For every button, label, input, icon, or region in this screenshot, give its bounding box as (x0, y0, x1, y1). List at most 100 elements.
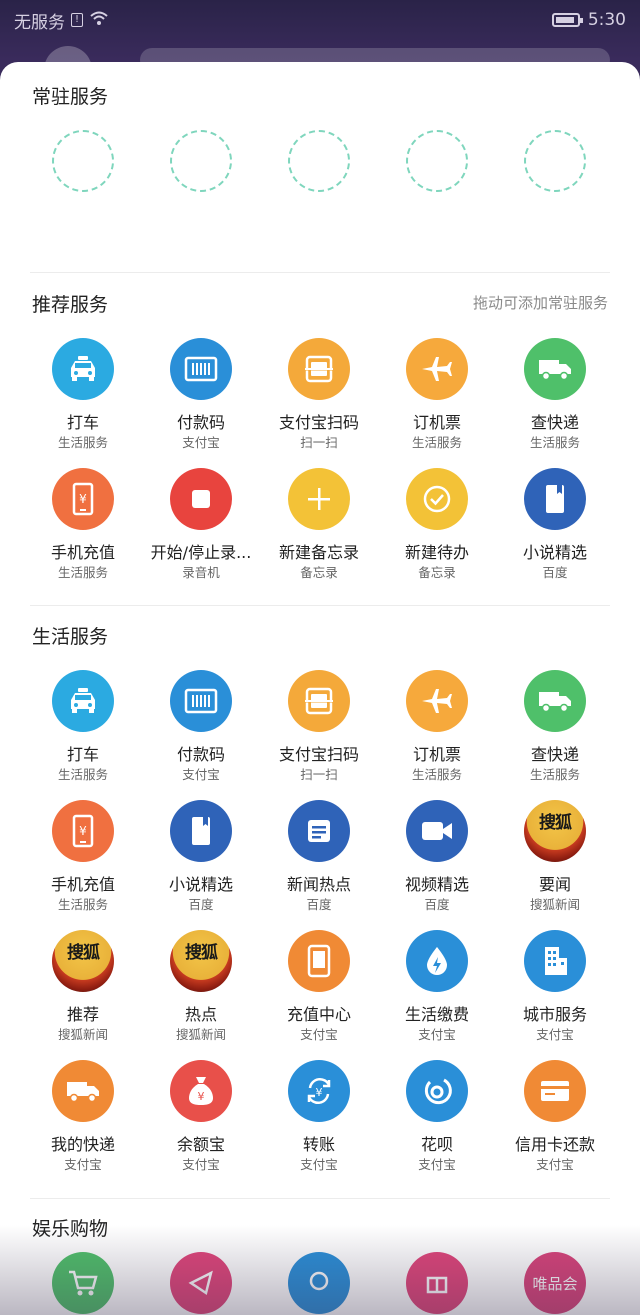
phone-recharge-icon: ¥ (52, 800, 114, 862)
service-provider: 支付宝 (300, 1157, 338, 1172)
huabei-icon (406, 1060, 468, 1122)
shopping-cart-item[interactable] (24, 1252, 142, 1314)
service-item[interactable]: ¥ 手机充值 生活服务 (24, 468, 142, 580)
service-provider: 生活服务 (57, 897, 108, 912)
service-item[interactable]: 付款码 支付宝 (142, 670, 260, 782)
magnifier-icon (288, 1252, 350, 1314)
vip-item[interactable]: 唯品会 (496, 1252, 614, 1314)
service-item[interactable]: 新建备忘录 备忘录 (260, 468, 378, 580)
pinned-slot-2[interactable] (170, 130, 232, 192)
svg-text:¥: ¥ (79, 492, 87, 506)
pinned-slot-5[interactable] (524, 130, 586, 192)
book-icon (524, 468, 586, 530)
service-item[interactable]: 小说精选 百度 (142, 800, 260, 912)
service-item[interactable]: 订机票 生活服务 (378, 670, 496, 782)
service-provider: 支付宝 (418, 1027, 456, 1042)
service-item[interactable]: 生活缴费 支付宝 (378, 930, 496, 1042)
service-item[interactable]: ¥ 转账 支付宝 (260, 1060, 378, 1172)
service-item[interactable]: 查快递 生活服务 (496, 670, 614, 782)
service-item[interactable]: 打车 生活服务 (24, 338, 142, 450)
service-item[interactable]: 搜狐 要闻 搜狐新闻 (496, 800, 614, 912)
divider (30, 1198, 610, 1199)
clock: 5:30 (587, 10, 626, 30)
entertainment-title: 娱乐购物 (32, 1218, 109, 1240)
service-provider: 百度 (188, 897, 214, 912)
service-item[interactable]: 付款码 支付宝 (142, 338, 260, 450)
service-label: 手机充值 (50, 876, 115, 894)
sohu-icon: 搜狐 (524, 800, 586, 862)
gift-app-item[interactable] (260, 1252, 378, 1314)
service-provider: 支付宝 (182, 1157, 220, 1172)
video-icon (406, 800, 468, 862)
service-label: 新建备忘录 (278, 544, 359, 562)
service-provider: 支付宝 (300, 1027, 338, 1042)
service-provider: 生活服务 (57, 565, 108, 580)
service-item[interactable]: 开始/停止录... 录音机 (142, 468, 260, 580)
service-label: 视频精选 (404, 876, 469, 894)
service-label: 要闻 (538, 876, 571, 894)
pinned-slot-4[interactable] (406, 130, 468, 192)
service-provider: 生活服务 (529, 435, 580, 450)
service-item[interactable]: 信用卡还款 支付宝 (496, 1060, 614, 1172)
shopping-cart-icon (52, 1252, 114, 1314)
pinned-slot-3[interactable] (288, 130, 350, 192)
service-item[interactable]: 支付宝扫码 扫一扫 (260, 670, 378, 782)
service-item[interactable]: 订机票 生活服务 (378, 338, 496, 450)
triangle-app-item[interactable] (142, 1252, 260, 1314)
pinned-slot-1[interactable] (52, 130, 114, 192)
service-item[interactable]: 新建待办 备忘录 (378, 468, 496, 580)
service-label: 新建待办 (404, 544, 469, 562)
water-drop-icon (406, 930, 468, 992)
truck-icon (524, 338, 586, 400)
service-provider: 百度 (306, 897, 332, 912)
sohu-logo-text: 搜狐 (67, 943, 100, 963)
book-icon (170, 800, 232, 862)
service-provider: 搜狐新闻 (529, 897, 580, 912)
service-provider: 生活服务 (411, 767, 462, 782)
vip-logo-text: 唯品会 (532, 1274, 578, 1293)
sohu-logo-text: 搜狐 (539, 813, 572, 833)
airplane-icon (406, 670, 468, 732)
service-item[interactable]: ¥ 余额宝 支付宝 (142, 1060, 260, 1172)
service-item[interactable]: 打车 生活服务 (24, 670, 142, 782)
service-provider: 备忘录 (418, 565, 456, 580)
sohu-icon: 搜狐 (52, 930, 114, 992)
service-item[interactable]: 充值中心 支付宝 (260, 930, 378, 1042)
service-item[interactable]: 支付宝扫码 扫一扫 (260, 338, 378, 450)
service-label: 余额宝 (176, 1136, 225, 1154)
service-provider: 生活服务 (57, 435, 108, 450)
wifi-icon (89, 10, 109, 30)
vip-logo-icon: 唯品会 (524, 1252, 586, 1314)
service-item[interactable]: 查快递 生活服务 (496, 338, 614, 450)
service-label: 支付宝扫码 (278, 414, 359, 432)
service-item[interactable]: 小说精选 百度 (496, 468, 614, 580)
service-item[interactable]: 花呗 支付宝 (378, 1060, 496, 1172)
service-provider: 备忘录 (300, 565, 338, 580)
service-label: 小说精选 (168, 876, 233, 894)
service-item[interactable]: ¥ 手机充值生活服务 (24, 800, 142, 912)
service-item[interactable]: 搜狐 热点 搜狐新闻 (142, 930, 260, 1042)
service-provider: 支付宝 (418, 1157, 456, 1172)
service-item[interactable]: 视频精选 百度 (378, 800, 496, 912)
service-label: 充值中心 (286, 1006, 351, 1024)
scan-icon (288, 338, 350, 400)
service-provider: 搜狐新闻 (57, 1027, 108, 1042)
tablet-icon (288, 930, 350, 992)
credit-card-icon (524, 1060, 586, 1122)
service-label: 打车 (66, 414, 99, 432)
building-icon (524, 930, 586, 992)
service-item[interactable]: 我的快递 支付宝 (24, 1060, 142, 1172)
service-item[interactable]: 搜狐 推荐 搜狐新闻 (24, 930, 142, 1042)
service-label: 新闻热点 (286, 876, 351, 894)
barcode-icon (170, 338, 232, 400)
service-provider: 支付宝 (182, 435, 220, 450)
service-item[interactable]: 新闻热点 百度 (260, 800, 378, 912)
gift-icon (406, 1252, 468, 1314)
gift-item[interactable] (378, 1252, 496, 1314)
battery-icon (551, 13, 583, 27)
service-label: 支付宝扫码 (278, 746, 359, 764)
sohu-logo-text: 搜狐 (185, 943, 218, 963)
service-label: 小说精选 (522, 544, 587, 562)
service-item[interactable]: 城市服务 支付宝 (496, 930, 614, 1042)
status-bar: 无服务 ! 5:30 (0, 0, 640, 40)
